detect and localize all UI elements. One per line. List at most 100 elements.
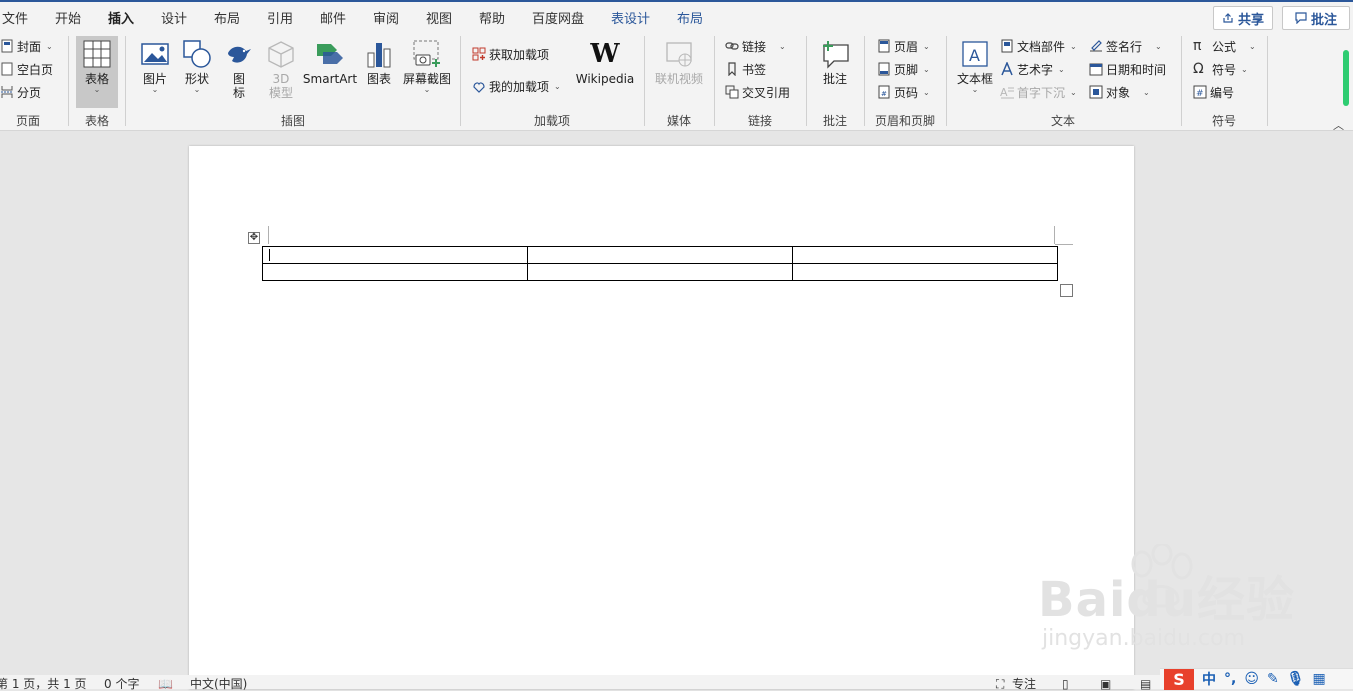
tab-view[interactable]: 视图 — [426, 8, 452, 27]
new-comment-button[interactable]: 批注 — [814, 38, 856, 86]
skin-icon[interactable]: ✎ — [1267, 671, 1279, 687]
ime-toolbar: S 中 °, ☺ ✎ 🎙 ▦ — [1160, 668, 1353, 690]
chevron-down-icon: ⌄ — [193, 85, 201, 94]
cover-page-button[interactable]: 封面 ⌄ — [0, 36, 53, 56]
omega-icon: Ω — [1193, 61, 1204, 77]
3d-models-label: 3D 模型 — [268, 72, 293, 100]
header-label: 页眉 — [894, 39, 919, 54]
text-caret — [269, 249, 270, 261]
pi-icon: π — [1193, 38, 1202, 54]
group-label-pages: 页面 — [15, 114, 40, 128]
tab-references[interactable]: 引用 — [267, 8, 293, 27]
equation-label: 公式 — [1212, 39, 1237, 54]
group-separator — [806, 36, 807, 126]
bookmark-label: 书签 — [742, 62, 767, 77]
ime-language-toggle[interactable]: 中 — [1202, 669, 1216, 689]
chevron-down-icon: ⌄ — [1070, 87, 1077, 97]
tab-layout[interactable]: 布局 — [214, 8, 240, 27]
chevron-down-icon: ⌄ — [1143, 87, 1150, 97]
table-move-handle-icon[interactable]: ✥ — [248, 232, 260, 244]
group-label-illustrations: 插图 — [280, 114, 305, 128]
svg-text:A: A — [969, 46, 980, 65]
bookmark-button[interactable]: 书签 — [725, 59, 766, 79]
tab-home[interactable]: 开始 — [55, 8, 81, 27]
chevron-down-icon: ⌄ — [923, 41, 930, 51]
equation-button[interactable]: π 公式 ⌄ — [1193, 36, 1256, 56]
table-label: 表格 — [84, 72, 109, 86]
group-separator — [125, 36, 126, 126]
chart-button[interactable]: 图表 — [362, 38, 396, 86]
get-addins-button[interactable]: 获取加载项 — [472, 44, 549, 64]
tab-insert[interactable]: 插入 — [108, 8, 135, 33]
blank-page-button[interactable]: 空白页 — [0, 59, 53, 79]
header-icon — [878, 39, 890, 53]
header-button[interactable]: 页眉 ⌄ — [877, 36, 930, 56]
ribbon-tab-bar: 文件 开始 插入 设计 布局 引用 邮件 审阅 视图 帮助 百度网盘 表设计 布… — [0, 2, 1353, 33]
shapes-button[interactable]: 形状 ⌄ — [180, 38, 214, 94]
tab-file[interactable]: 文件 — [2, 8, 28, 27]
wikipedia-button[interactable]: W Wikipedia — [574, 38, 636, 86]
signature-line-button[interactable]: 签名行 ⌄ — [1089, 36, 1162, 56]
quick-parts-button[interactable]: 文档部件 ⌄ — [1000, 36, 1077, 56]
icons-button[interactable]: 图 标 — [222, 38, 256, 100]
document-page[interactable]: ✥ — [189, 146, 1134, 689]
table-cell[interactable] — [792, 246, 1058, 264]
page-break-button[interactable]: 分页 — [0, 82, 41, 102]
share-icon — [1223, 13, 1233, 23]
group-label-header-footer: 页眉和页脚 — [874, 114, 935, 128]
object-button[interactable]: 对象 ⌄ — [1089, 82, 1150, 102]
collapse-ribbon-icon[interactable]: ︿ — [1333, 117, 1344, 133]
smartart-button[interactable]: SmartArt — [303, 38, 357, 86]
menu-grid-icon[interactable]: ▦ — [1312, 671, 1325, 687]
cross-reference-button[interactable]: 交叉引用 — [725, 82, 790, 102]
tab-help[interactable]: 帮助 — [479, 8, 505, 27]
share-button[interactable]: 共享 — [1213, 6, 1273, 30]
object-icon — [1089, 85, 1103, 99]
wordart-button[interactable]: 艺术字 ⌄ — [1000, 59, 1065, 79]
textbox-button[interactable]: A 文本框 ⌄ — [954, 38, 996, 94]
microphone-icon[interactable]: 🎙 — [1287, 671, 1305, 687]
sogou-logo-icon[interactable]: S — [1164, 668, 1194, 690]
page-number-label: 页码 — [894, 85, 919, 100]
scroll-indicator[interactable] — [1343, 50, 1349, 106]
table-button[interactable]: 表格 ⌄ — [78, 38, 116, 94]
quick-parts-label: 文档部件 — [1017, 39, 1066, 54]
emoji-icon[interactable]: ☺ — [1244, 671, 1259, 687]
addin-icon — [473, 82, 485, 93]
chevron-down-icon: ⌄ — [93, 85, 101, 94]
punctuation-icon[interactable]: °, — [1224, 671, 1236, 687]
tab-baidu-netdisk[interactable]: 百度网盘 — [532, 8, 584, 27]
signature-line-label: 签名行 — [1106, 39, 1143, 54]
comments-button[interactable]: 批注 — [1282, 6, 1350, 30]
numbering-button[interactable]: # 编号 — [1193, 82, 1234, 102]
margin-guide — [1054, 226, 1055, 244]
group-separator — [864, 36, 865, 126]
tab-table-design[interactable]: 表设计 — [611, 8, 650, 27]
tab-table-layout[interactable]: 布局 — [677, 8, 703, 27]
table-cell[interactable] — [527, 263, 793, 281]
link-button[interactable]: 链接 ⌄ — [725, 36, 786, 56]
footer-button[interactable]: 页脚 ⌄ — [877, 59, 930, 79]
screenshot-button[interactable]: 屏幕截图 ⌄ — [400, 38, 454, 94]
table-cell[interactable] — [527, 246, 793, 264]
chevron-down-icon: ⌄ — [46, 41, 53, 51]
table-cell[interactable] — [262, 263, 528, 281]
store-icon — [472, 47, 486, 61]
page-number-button[interactable]: # 页码 ⌄ — [877, 82, 930, 102]
footer-label: 页脚 — [894, 62, 919, 77]
tab-design[interactable]: 设计 — [161, 8, 187, 27]
symbol-button[interactable]: Ω 符号 ⌄ — [1193, 59, 1248, 79]
svg-text:A: A — [1000, 86, 1008, 99]
online-video-icon — [666, 42, 692, 67]
table-icon — [83, 40, 111, 68]
table-cell[interactable] — [262, 246, 528, 264]
tab-review[interactable]: 审阅 — [373, 8, 399, 27]
table-resize-handle[interactable] — [1060, 284, 1073, 297]
my-addins-button[interactable]: 我的加载项 ⌄ — [472, 76, 561, 96]
document-table[interactable] — [262, 246, 1058, 281]
date-time-button[interactable]: 日期和时间 — [1089, 59, 1166, 79]
tab-mailings[interactable]: 邮件 — [320, 8, 346, 27]
picture-button[interactable]: 图片 ⌄ — [138, 38, 172, 94]
table-cell[interactable] — [792, 263, 1058, 281]
cross-reference-icon — [725, 85, 739, 99]
